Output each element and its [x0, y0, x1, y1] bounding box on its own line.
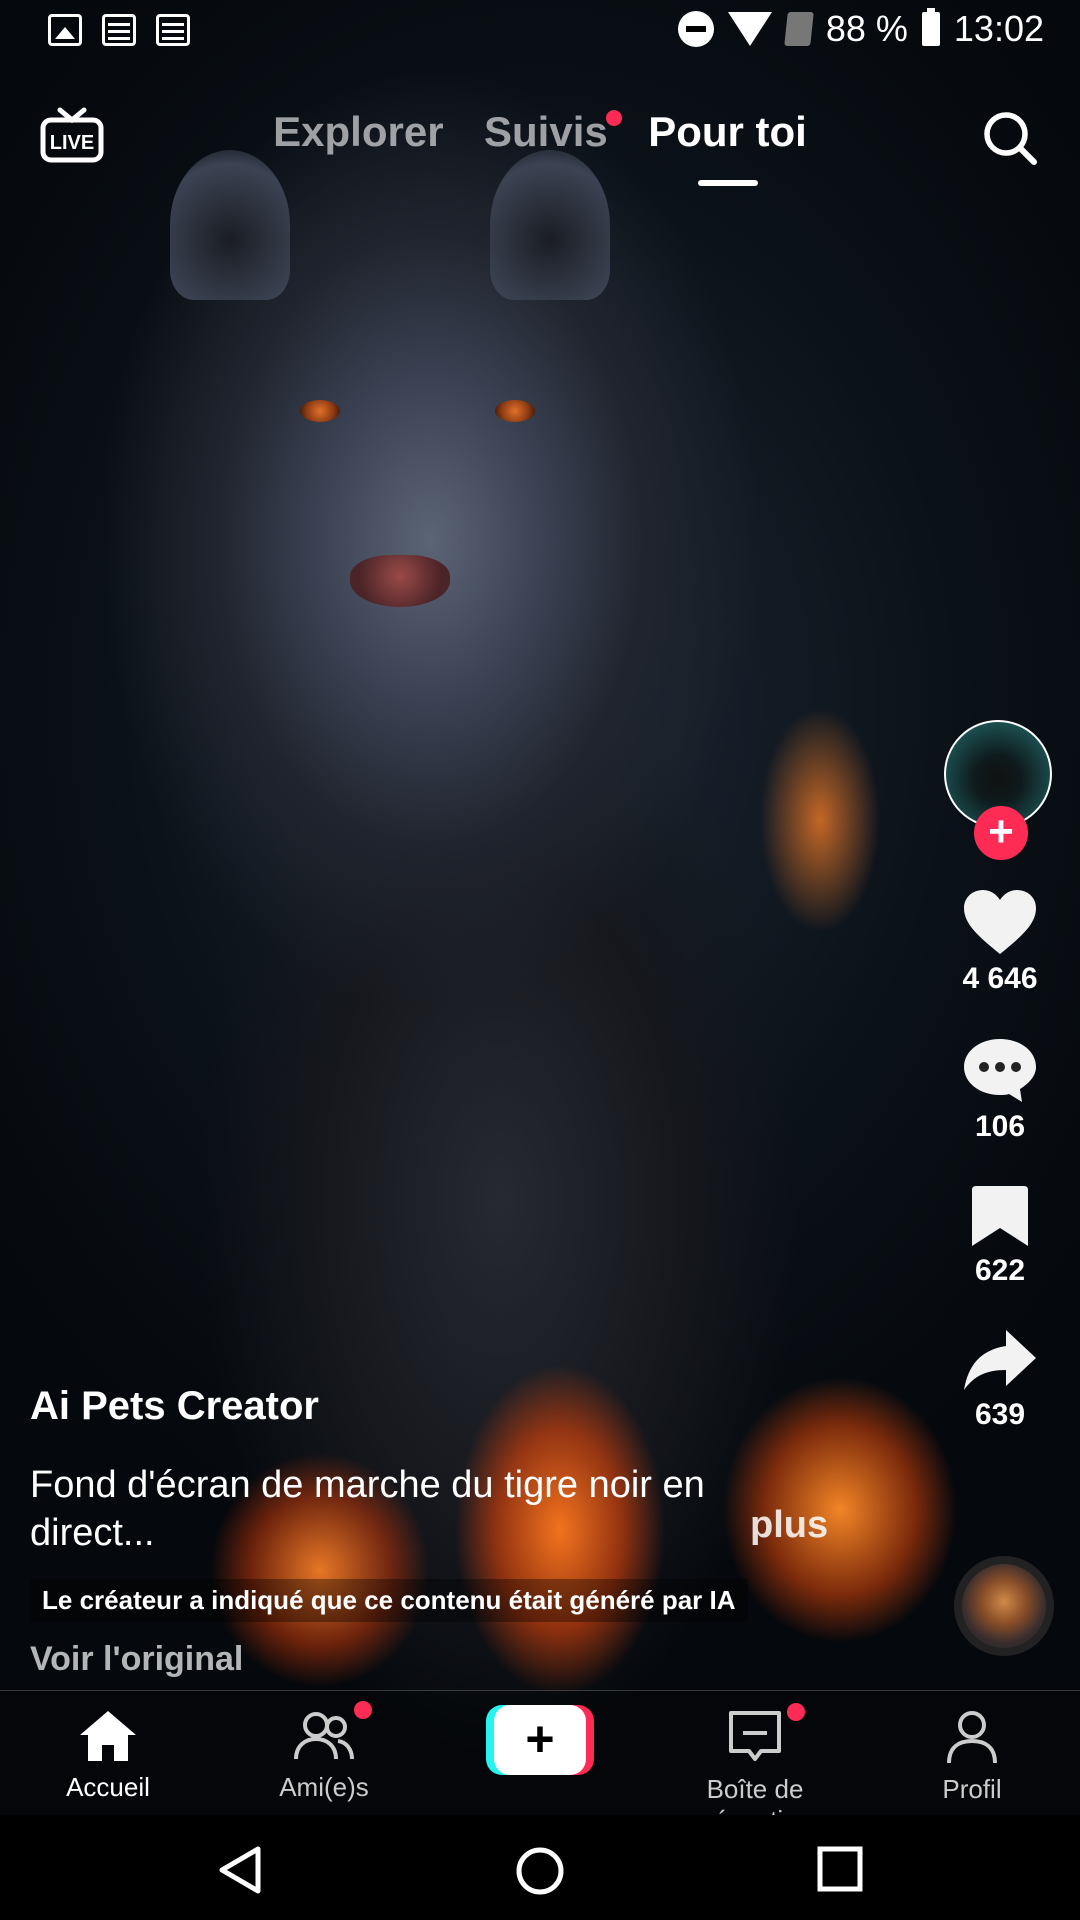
tab-label: Pour toi [648, 108, 807, 155]
comment-count: 106 [974, 1110, 1026, 1143]
creator-avatar-group: + [944, 720, 1056, 860]
bookmark-button[interactable]: 622 [940, 1184, 1060, 1288]
back-triangle-icon [219, 1846, 261, 1894]
image-notification-icon [48, 14, 82, 46]
notification-dot [354, 1701, 372, 1719]
tab-pour-toi[interactable]: Pour toi [648, 108, 807, 186]
share-arrow-icon [964, 1330, 1036, 1390]
like-button[interactable]: 4 646 [940, 888, 1060, 996]
friends-icon [294, 1712, 354, 1760]
top-nav: LIVE Explorer Suivis Pour toi [0, 98, 1080, 198]
recents-square-icon [817, 1846, 863, 1892]
nav-home[interactable]: Accueil [8, 1709, 208, 1803]
search-icon [984, 112, 1037, 165]
bookmark-count: 622 [974, 1254, 1026, 1287]
inbox-icon [729, 1711, 781, 1761]
action-rail: + 4 646 106 622 639 [940, 720, 1060, 1432]
create-button[interactable]: + [486, 1705, 594, 1775]
nav-label: Accueil [66, 1772, 150, 1802]
nav-label: Ami(e)s [279, 1772, 369, 1802]
news-notification-icon [156, 14, 190, 46]
profile-icon [947, 1711, 997, 1764]
like-count: 4 646 [962, 962, 1038, 995]
video-description[interactable]: Fond d'écran de marche du tigre noir en … [30, 1461, 710, 1557]
tiger-eye-right [495, 400, 535, 422]
bottom-nav: Accueil Ami(e)s + Boîte de récepti... [0, 1690, 1080, 1835]
view-original-link[interactable]: Voir l'original [30, 1640, 830, 1679]
recents-button[interactable] [816, 1845, 864, 1898]
tab-suivis[interactable]: Suivis [484, 108, 622, 156]
ai-generated-label: Le créateur a indiqué que ce contenu éta… [30, 1579, 748, 1622]
clock: 13:02 [953, 8, 1044, 49]
home-icon [80, 1711, 136, 1761]
heart-icon [964, 890, 1036, 954]
share-count: 639 [974, 1398, 1026, 1431]
comment-button[interactable]: 106 [940, 1036, 1060, 1144]
screen: 88 % 13:02 LIVE Explorer Suivis Pour toi [0, 0, 1080, 1920]
notification-dot [787, 1703, 805, 1721]
creator-name[interactable]: Ai Pets Creator [30, 1384, 830, 1429]
system-navigation-bar [0, 1815, 1080, 1920]
home-circle-icon [516, 1847, 564, 1895]
home-system-button[interactable] [514, 1845, 566, 1902]
wifi-icon [727, 12, 772, 46]
nav-label: Profil [942, 1774, 1002, 1804]
nav-friends[interactable]: Ami(e)s [224, 1701, 424, 1803]
more-button[interactable]: plus [750, 1504, 828, 1547]
notification-icons [48, 14, 190, 46]
tab-explorer[interactable]: Explorer [273, 108, 443, 156]
feed-tabs: Explorer Suivis Pour toi [0, 108, 1080, 186]
battery-icon [921, 8, 940, 46]
bookmark-icon [972, 1186, 1028, 1246]
no-sim-icon [784, 12, 814, 46]
back-button[interactable] [216, 1845, 264, 1900]
notification-dot [605, 110, 622, 126]
tab-label: Suivis [484, 108, 608, 155]
music-disc[interactable] [954, 1556, 1054, 1656]
follow-button[interactable]: + [974, 806, 1028, 860]
status-bar: 88 % 13:02 [0, 0, 1080, 62]
nav-profile[interactable]: Profil [872, 1709, 1072, 1805]
video-caption: Ai Pets Creator Fond d'écran de marche d… [30, 1384, 830, 1679]
search-button[interactable] [980, 108, 1040, 168]
share-button[interactable]: 639 [940, 1328, 1060, 1432]
tiger-nose [350, 555, 450, 607]
comment-icon [964, 1039, 1036, 1102]
battery-percent: 88 % [825, 8, 908, 49]
do-not-disturb-icon [677, 11, 714, 47]
plus-icon: + [494, 1705, 586, 1775]
system-status: 88 % 13:02 [677, 8, 1044, 50]
tab-label: Explorer [273, 108, 444, 155]
news-notification-icon [102, 14, 136, 46]
tiger-eye-left [300, 400, 340, 422]
